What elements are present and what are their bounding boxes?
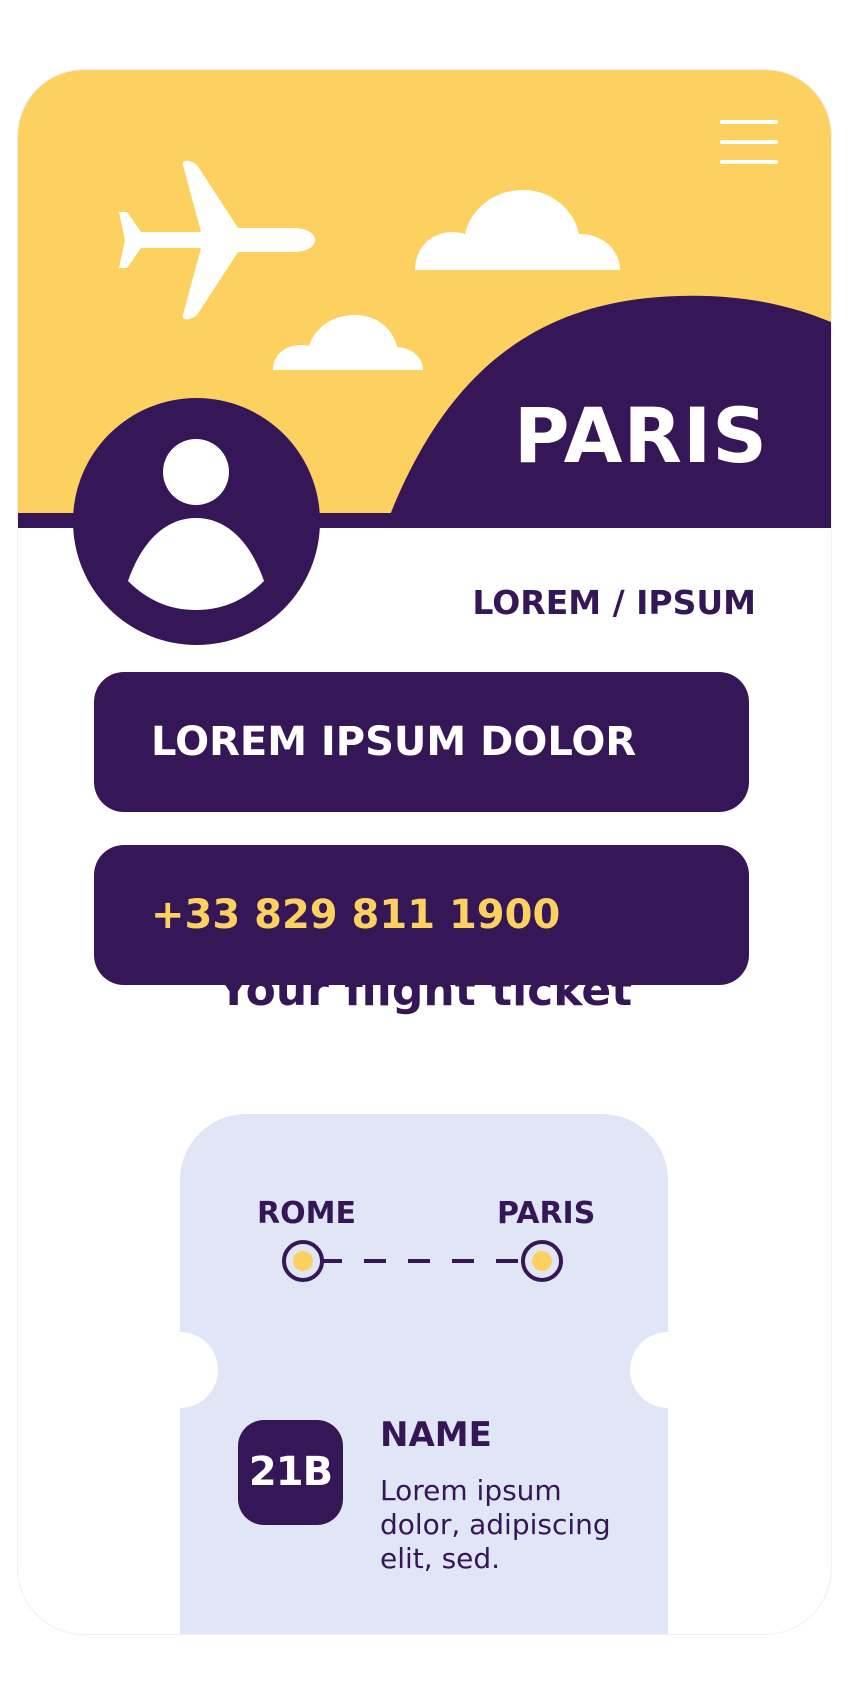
seat-badge: 21B bbox=[238, 1420, 343, 1525]
passenger-name-label: NAME bbox=[380, 1415, 492, 1455]
destination-city: PARIS bbox=[497, 1196, 596, 1231]
name-field[interactable]: LOREM IPSUM DOLOR bbox=[94, 672, 749, 812]
destination-dot-icon bbox=[521, 1240, 563, 1282]
hamburger-menu-icon[interactable] bbox=[720, 120, 778, 170]
route-label: LOREM / IPSUM bbox=[472, 583, 756, 622]
name-field-value: LOREM IPSUM DOLOR bbox=[151, 719, 637, 765]
flight-route-line bbox=[282, 1240, 563, 1282]
ticket-heading: Your flight ticket bbox=[217, 965, 633, 1016]
ticket-notch-right bbox=[630, 1332, 706, 1408]
phone-field[interactable]: +33 829 811 1900 bbox=[94, 845, 749, 985]
user-avatar-icon[interactable] bbox=[73, 398, 320, 645]
origin-dot-icon bbox=[282, 1240, 324, 1282]
person-icon bbox=[128, 439, 264, 610]
cloud-icon bbox=[273, 315, 423, 370]
cloud-icon bbox=[415, 190, 620, 270]
origin-city: ROME bbox=[257, 1196, 356, 1231]
airplane-icon bbox=[119, 160, 315, 320]
passenger-description: Lorem ipsum dolor, adipiscing elit, sed. bbox=[380, 1474, 611, 1575]
phone-field-value: +33 829 811 1900 bbox=[151, 892, 561, 938]
ticket-notch-left bbox=[142, 1332, 218, 1408]
destination-city-title: PARIS bbox=[513, 391, 768, 480]
